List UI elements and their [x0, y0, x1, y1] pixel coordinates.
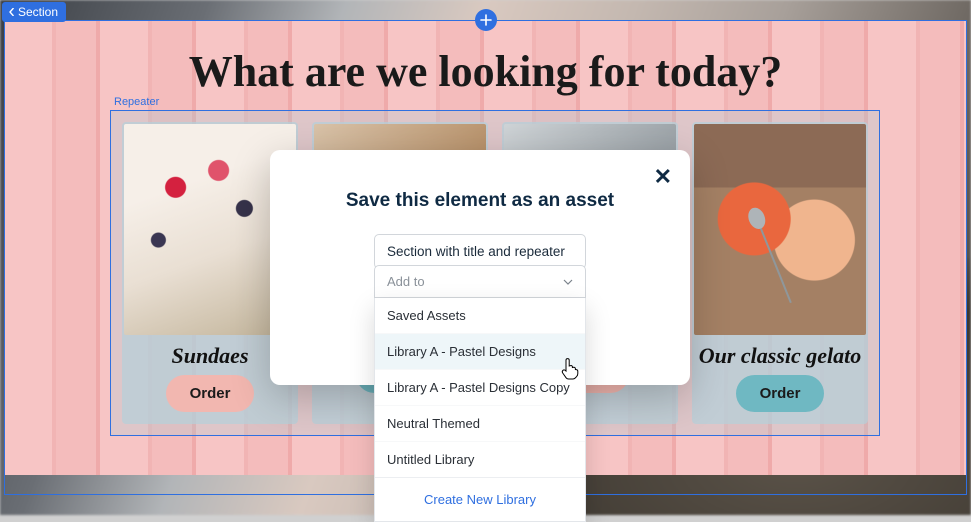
product-name: Sundaes [171, 343, 248, 369]
dropdown-item[interactable]: Neutral Themed [375, 405, 585, 441]
section-breadcrumb-chip[interactable]: Section [2, 2, 66, 22]
add-to-dropdown-panel: Saved AssetsLibrary A - Pastel DesignsLi… [374, 298, 586, 522]
close-icon[interactable]: ✕ [654, 164, 672, 190]
chevron-left-icon [8, 8, 16, 16]
plus-icon [480, 14, 492, 26]
add-to-dropdown-trigger[interactable]: Add to [374, 265, 586, 298]
page-title: What are we looking for today? [4, 20, 967, 105]
dropdown-item[interactable]: Library A - Pastel Designs [375, 333, 585, 369]
section-breadcrumb-label: Section [18, 5, 58, 19]
add-to-dropdown: Add to Saved AssetsLibrary A - Pastel De… [374, 265, 586, 522]
asset-name-input[interactable] [374, 234, 586, 269]
product-card[interactable]: Our classic gelato Order [692, 122, 868, 424]
dropdown-item[interactable]: Library A - Pastel Designs Copy [375, 369, 585, 405]
product-name: Our classic gelato [699, 343, 862, 369]
repeater-selection-label: Repeater [114, 96, 159, 108]
modal-title: Save this element as an asset [292, 190, 668, 212]
chevron-down-icon [563, 277, 573, 287]
create-new-library[interactable]: Create New Library [375, 477, 585, 521]
order-button[interactable]: Order [736, 375, 825, 412]
dropdown-item[interactable]: Saved Assets [375, 298, 585, 333]
add-section-button[interactable] [475, 9, 497, 31]
product-image [694, 124, 866, 335]
add-to-placeholder: Add to [387, 274, 425, 289]
order-button[interactable]: Order [166, 375, 255, 412]
dropdown-item[interactable]: Untitled Library [375, 441, 585, 477]
